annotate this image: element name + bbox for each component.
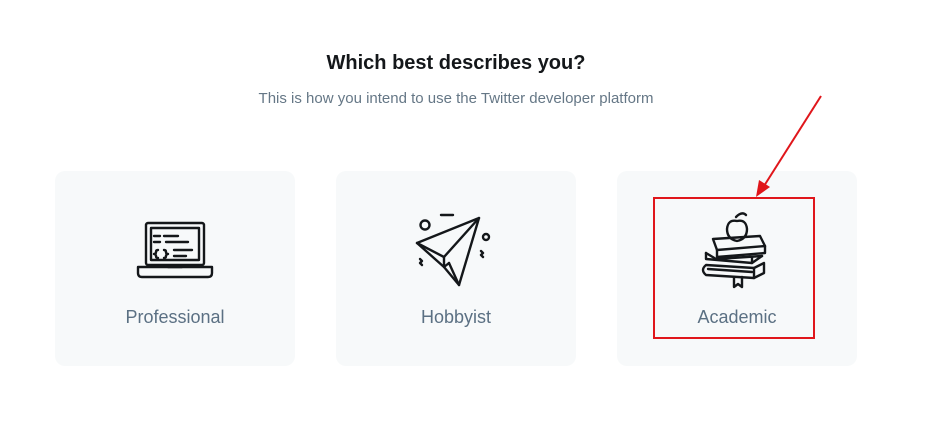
laptop-code-icon [55,209,295,289]
option-label-professional: Professional [125,307,225,327]
option-label-hobbyist: Hobbyist [420,307,492,327]
books-apple-icon [617,209,857,289]
option-label-academic: Academic [697,307,777,327]
paper-plane-icon [336,209,576,289]
page-subtitle: This is how you intend to use the Twitte… [258,90,654,107]
page-title: Which best describes you? [326,52,586,74]
option-card-hobbyist[interactable]: Hobbyist [336,171,576,366]
option-card-professional[interactable]: Professional [55,171,295,366]
usage-selection-page: Which best describes you? This is how yo… [0,0,944,439]
option-card-academic[interactable]: Academic [617,171,857,366]
